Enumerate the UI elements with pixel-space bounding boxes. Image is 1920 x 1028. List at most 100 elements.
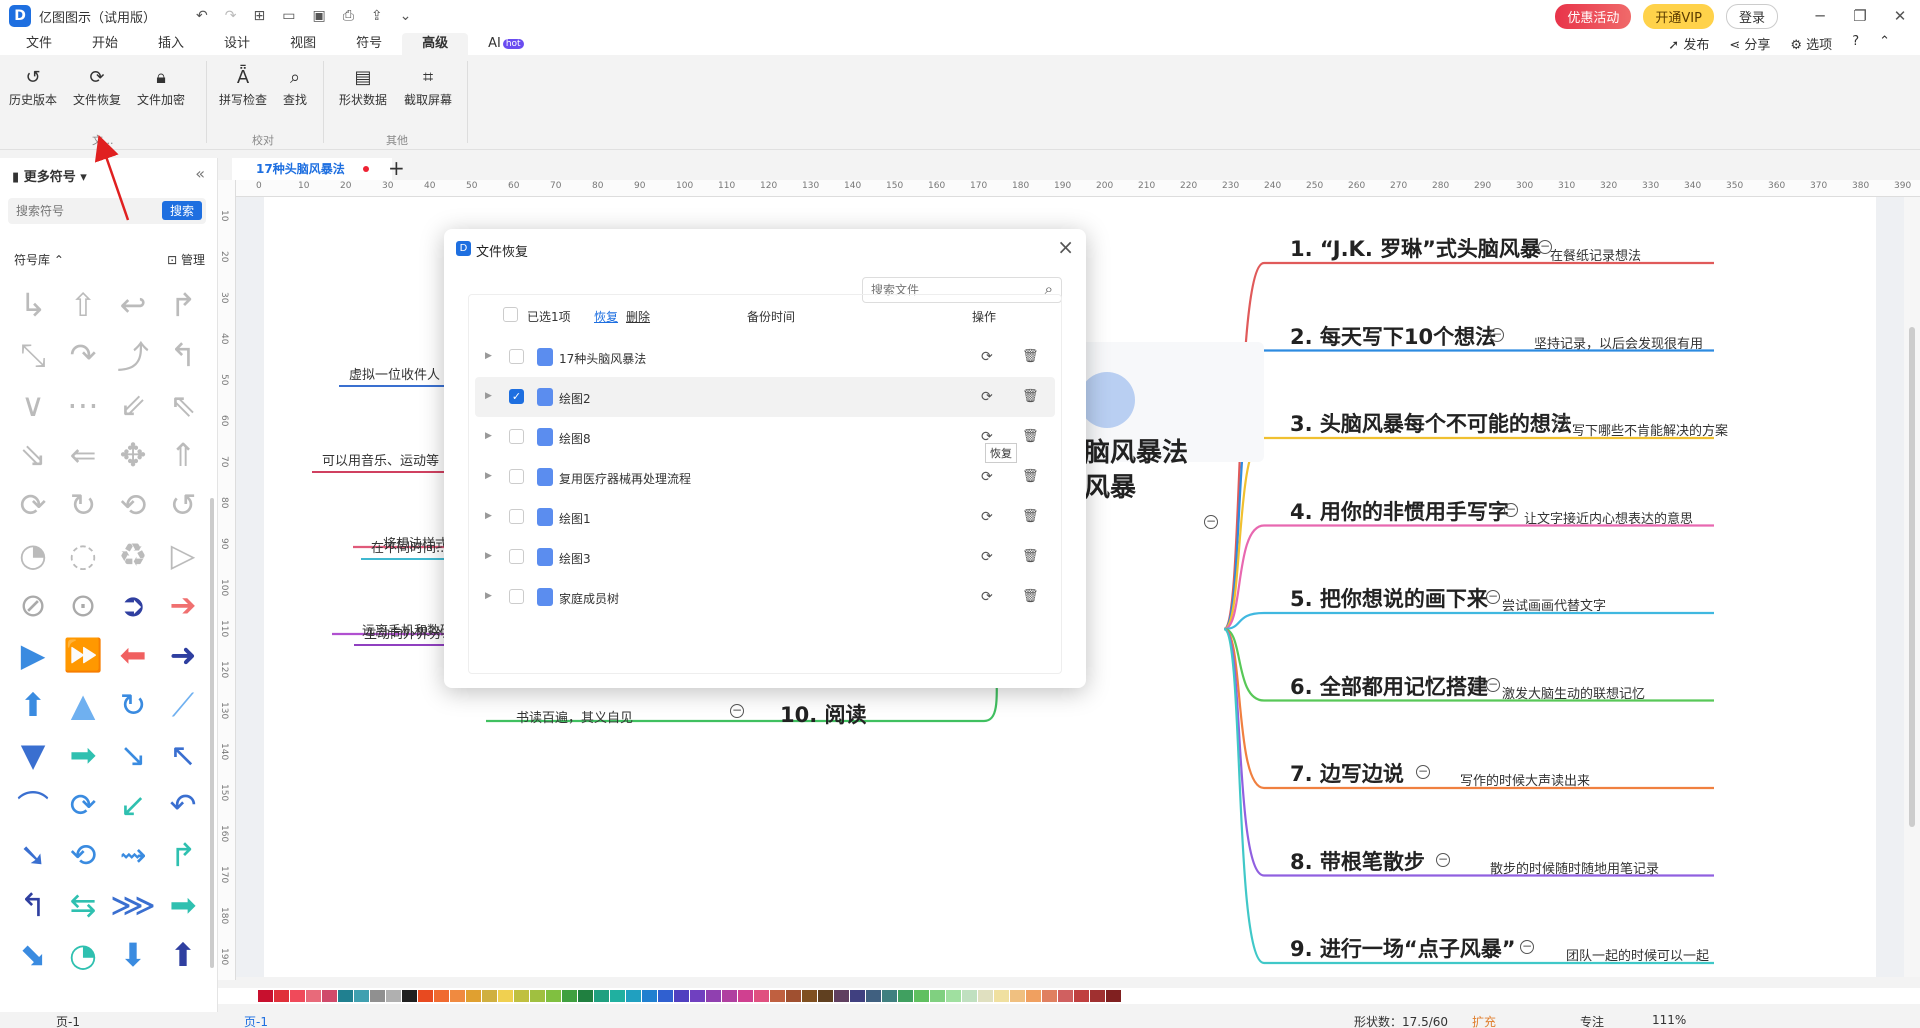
file-row[interactable]: ▶ 绘图8 ⟳ 🗑︎ bbox=[475, 417, 1055, 457]
color-swatch[interactable] bbox=[306, 990, 321, 1002]
delete-icon[interactable]: 🗑︎ bbox=[1022, 389, 1039, 404]
color-swatch[interactable] bbox=[498, 990, 513, 1002]
symbol-shape[interactable]: ↱ bbox=[158, 830, 208, 880]
expand-caret-icon[interactable]: ▶ bbox=[485, 511, 492, 521]
print-icon[interactable]: ⎙ bbox=[343, 8, 354, 24]
symbol-shape[interactable]: ⤴ bbox=[108, 330, 158, 380]
file-row[interactable]: ▶ 复用医疗器械再处理流程 ⟳ 🗑︎ bbox=[475, 457, 1055, 497]
symbol-search-input[interactable] bbox=[8, 198, 148, 224]
delete-icon[interactable]: 🗑︎ bbox=[1022, 469, 1039, 484]
color-swatch[interactable] bbox=[930, 990, 945, 1002]
symbol-shape[interactable]: ⬇ bbox=[108, 930, 158, 980]
collapse-node-icon[interactable]: − bbox=[1504, 502, 1518, 517]
symbol-shape[interactable]: ∨ bbox=[8, 380, 58, 430]
symbol-shape[interactable]: ↖ bbox=[158, 730, 208, 780]
share-button[interactable]: ⋖ 分享 bbox=[1729, 34, 1770, 53]
canvas-scroll-thumb[interactable] bbox=[1909, 327, 1915, 827]
color-swatch[interactable] bbox=[914, 990, 929, 1002]
mindmap-topic[interactable]: 9. 进行一场“点子风暴” bbox=[1290, 933, 1516, 963]
color-swatch[interactable] bbox=[450, 990, 465, 1002]
mindmap-topic[interactable]: 5. 把你想说的画下来 bbox=[1290, 583, 1488, 613]
symbol-shape[interactable]: ⇐ bbox=[58, 430, 108, 480]
color-swatch[interactable] bbox=[1074, 990, 1089, 1002]
spell-check-button[interactable]: Ǟ 拼写检查 bbox=[219, 65, 267, 108]
symbol-shape[interactable]: ↩ bbox=[108, 280, 158, 330]
mindmap-subtopic[interactable]: 书读百遍，其义自见 bbox=[516, 707, 633, 726]
restore-icon[interactable]: ⟳ bbox=[981, 389, 993, 405]
symbol-shape[interactable]: ▲ bbox=[58, 680, 108, 730]
mindmap-subtopic[interactable]: 坚持记录，以后会发现很有用 bbox=[1534, 333, 1703, 352]
color-swatch[interactable] bbox=[642, 990, 657, 1002]
symbol-shape[interactable]: ⋯ bbox=[58, 380, 108, 430]
symbol-shape[interactable]: ⬊ bbox=[8, 930, 58, 980]
color-swatch[interactable] bbox=[1106, 990, 1121, 1002]
menu-design[interactable]: 设计 bbox=[204, 33, 270, 55]
collapse-node-icon[interactable]: − bbox=[1416, 765, 1430, 779]
file-row[interactable]: ▶ 17种头脑风暴法 ⟳ 🗑︎ bbox=[475, 337, 1055, 377]
delete-icon[interactable]: 🗑︎ bbox=[1022, 549, 1039, 564]
color-swatch[interactable] bbox=[706, 990, 721, 1002]
mindmap-topic[interactable]: 6. 全部都用记忆搭建 bbox=[1290, 671, 1488, 701]
symbol-shape[interactable]: ✥ bbox=[108, 430, 158, 480]
symbol-library-toggle[interactable]: 符号库 ⌃ bbox=[14, 251, 64, 268]
color-swatch[interactable] bbox=[546, 990, 561, 1002]
color-swatch[interactable] bbox=[610, 990, 625, 1002]
collapse-node-icon[interactable]: − bbox=[1436, 852, 1450, 867]
symbol-shape[interactable]: ⟳ bbox=[8, 480, 58, 530]
file-checkbox[interactable] bbox=[509, 429, 524, 444]
mindmap-subtopic[interactable]: 激发大脑生动的联想记忆 bbox=[1502, 683, 1645, 702]
color-swatch[interactable] bbox=[402, 990, 417, 1002]
color-swatch[interactable] bbox=[354, 990, 369, 1002]
delete-icon[interactable]: 🗑︎ bbox=[1022, 429, 1039, 444]
mindmap-topic[interactable]: 3. 头脑风暴每个不可能的想法 bbox=[1290, 408, 1572, 438]
symbol-shape[interactable]: ↰ bbox=[8, 880, 58, 930]
collapse-node-icon[interactable]: − bbox=[1538, 240, 1552, 254]
menu-home[interactable]: 开始 bbox=[72, 33, 138, 55]
menu-view[interactable]: 视图 bbox=[270, 33, 336, 55]
page-tab[interactable]: 页-1 bbox=[244, 1013, 268, 1028]
color-swatch[interactable] bbox=[722, 990, 737, 1002]
color-swatch[interactable] bbox=[674, 990, 689, 1002]
expand-caret-icon[interactable]: ▶ bbox=[485, 351, 492, 361]
color-swatch[interactable] bbox=[434, 990, 449, 1002]
collapse-node-icon[interactable]: − bbox=[1486, 677, 1500, 692]
collapse-node-icon[interactable]: − bbox=[1554, 415, 1568, 429]
mindmap-subtopic[interactable]: 团队一起的时候可以一起 bbox=[1566, 945, 1709, 964]
color-swatch[interactable] bbox=[994, 990, 1009, 1002]
color-swatch[interactable] bbox=[530, 990, 545, 1002]
collapse-node-icon[interactable]: − bbox=[1204, 515, 1218, 529]
file-checkbox[interactable] bbox=[509, 509, 524, 524]
mindmap-subtopic-partial[interactable]: 可以用音乐、运动等 bbox=[322, 450, 439, 469]
symbol-shape[interactable]: ↶ bbox=[158, 780, 208, 830]
find-button[interactable]: ⌕ 查找 bbox=[283, 65, 307, 108]
color-swatch[interactable] bbox=[690, 990, 705, 1002]
symbol-shape[interactable]: ⬆ bbox=[158, 930, 208, 980]
restore-icon[interactable]: ⟳ bbox=[981, 549, 993, 565]
expand-caret-icon[interactable]: ▶ bbox=[485, 551, 492, 561]
file-encrypt-button[interactable]: 🔒︎ 文件加密 bbox=[137, 65, 185, 108]
mindmap-subtopic[interactable]: 在餐纸记录想法 bbox=[1550, 245, 1641, 264]
symbol-shape[interactable]: ◌ bbox=[58, 530, 108, 580]
symbol-shape[interactable]: ↻ bbox=[108, 680, 158, 730]
symbol-shape[interactable]: ⇆ bbox=[58, 880, 108, 930]
mindmap-subtopic[interactable]: 尝试画画代替文字 bbox=[1502, 595, 1606, 614]
file-checkbox[interactable] bbox=[509, 549, 524, 564]
publish-button[interactable]: ➚ 发布 bbox=[1668, 34, 1709, 53]
color-swatch[interactable] bbox=[802, 990, 817, 1002]
color-swatch[interactable] bbox=[370, 990, 385, 1002]
color-swatch[interactable] bbox=[290, 990, 305, 1002]
canvas-vertical-scrollbar[interactable] bbox=[1904, 197, 1920, 977]
collapse-ribbon-icon[interactable]: ⌃ bbox=[1879, 34, 1890, 53]
mindmap-subtopic[interactable]: 写下哪些不肯能解决的方案 bbox=[1572, 420, 1728, 439]
symbol-shape[interactable]: ➡ bbox=[158, 880, 208, 930]
color-swatch[interactable] bbox=[658, 990, 673, 1002]
restore-icon[interactable]: ⟳ bbox=[981, 509, 993, 525]
menu-ai[interactable]: AI hot bbox=[468, 33, 543, 55]
file-row[interactable]: ▶ 绘图3 ⟳ 🗑︎ bbox=[475, 537, 1055, 577]
login-button[interactable]: 登录 bbox=[1725, 3, 1778, 29]
color-swatch[interactable] bbox=[258, 990, 273, 1002]
file-checkbox[interactable] bbox=[509, 349, 524, 364]
help-icon[interactable]: ? bbox=[1852, 34, 1859, 53]
symbol-shape[interactable]: ⇖ bbox=[158, 380, 208, 430]
symbol-shape[interactable]: ▶ bbox=[8, 630, 58, 680]
